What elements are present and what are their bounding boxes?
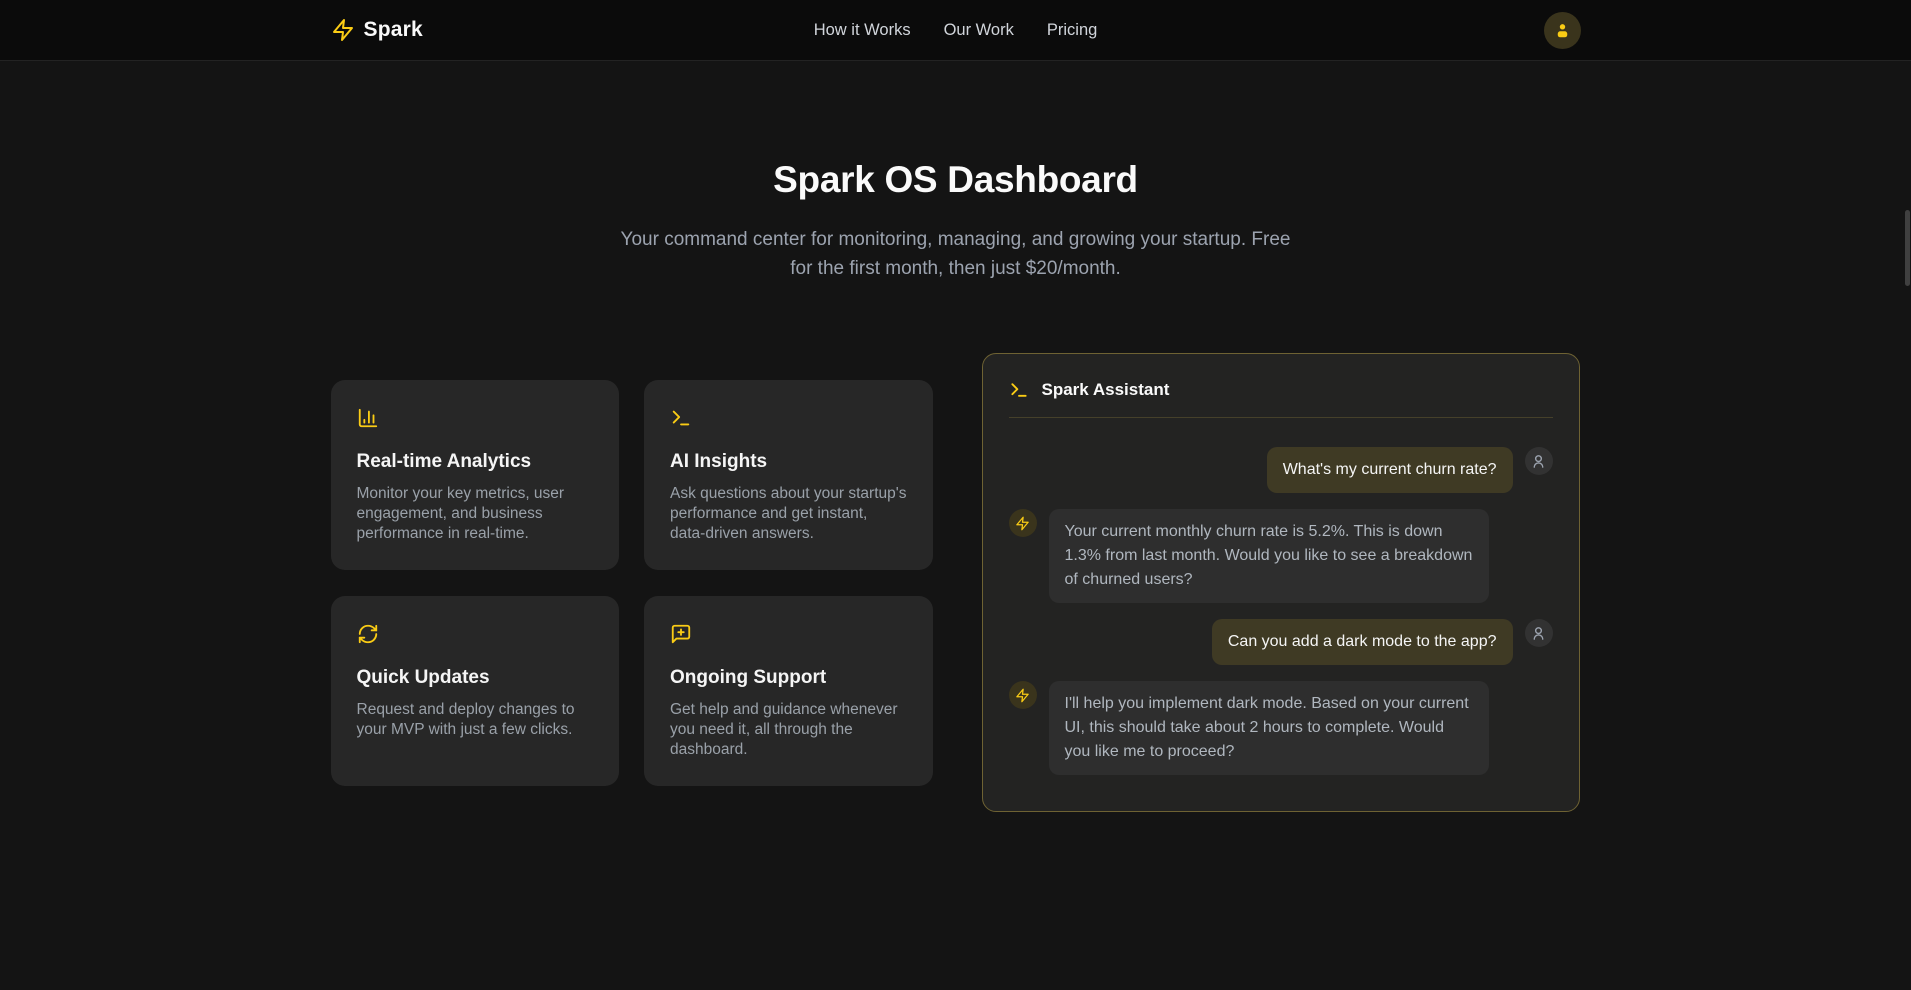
assistant-title: Spark Assistant — [1042, 380, 1170, 400]
assistant-avatar — [1009, 509, 1037, 537]
spark-assistant-panel: Spark Assistant What's my current churn … — [982, 353, 1580, 812]
nav-our-work[interactable]: Our Work — [944, 21, 1014, 40]
chat-messages: What's my current churn rate? — [1009, 447, 1553, 775]
scrollbar-thumb[interactable] — [1905, 210, 1910, 286]
divider — [1009, 417, 1553, 418]
assistant-avatar — [1009, 681, 1037, 709]
refresh-icon — [357, 623, 594, 645]
feature-description: Ask questions about your startup's perfo… — [670, 484, 907, 544]
feature-card-quick-updates: Quick Updates Request and deploy changes… — [331, 596, 620, 786]
features-grid: Real-time Analytics Monitor your key met… — [331, 380, 933, 786]
zap-icon — [1015, 516, 1030, 531]
main-content: Spark OS Dashboard Your command center f… — [0, 61, 1911, 812]
nav-how-it-works[interactable]: How it Works — [814, 21, 911, 40]
chart-column-icon — [357, 407, 594, 429]
assistant-message-bubble: Your current monthly churn rate is 5.2%.… — [1049, 509, 1489, 603]
user-icon — [1530, 453, 1547, 470]
user-avatar — [1525, 447, 1553, 475]
terminal-icon — [670, 407, 907, 429]
feature-title: AI Insights — [670, 451, 907, 473]
chat-message-user: What's my current churn rate? — [1009, 447, 1553, 493]
message-square-plus-icon — [670, 623, 907, 645]
feature-card-ongoing-support: Ongoing Support Get help and guidance wh… — [644, 596, 933, 786]
chat-message-assistant: I'll help you implement dark mode. Based… — [1009, 681, 1553, 775]
feature-card-ai-insights: AI Insights Ask questions about your sta… — [644, 380, 933, 570]
zap-icon — [1015, 688, 1030, 703]
chat-message-assistant: Your current monthly churn rate is 5.2%.… — [1009, 509, 1553, 603]
feature-title: Ongoing Support — [670, 667, 907, 689]
user-icon — [1530, 625, 1547, 642]
terminal-icon — [1009, 380, 1029, 400]
user-message-bubble: Can you add a dark mode to the app? — [1212, 619, 1513, 665]
chat-message-user: Can you add a dark mode to the app? — [1009, 619, 1553, 665]
assistant-message-bubble: I'll help you implement dark mode. Based… — [1049, 681, 1489, 775]
user-icon — [1553, 21, 1572, 40]
feature-title: Real-time Analytics — [357, 451, 594, 473]
nav-pricing[interactable]: Pricing — [1047, 21, 1097, 40]
feature-description: Get help and guidance whenever you need … — [670, 700, 907, 760]
page-subtitle: Your command center for monitoring, mana… — [616, 225, 1296, 283]
top-nav-bar: Spark How it Works Our Work Pricing — [0, 0, 1911, 61]
user-avatar-button[interactable] — [1544, 12, 1581, 49]
feature-title: Quick Updates — [357, 667, 594, 689]
feature-card-realtime-analytics: Real-time Analytics Monitor your key met… — [331, 380, 620, 570]
zap-icon — [331, 18, 355, 42]
assistant-header: Spark Assistant — [1009, 380, 1553, 400]
page-title: Spark OS Dashboard — [0, 159, 1911, 201]
brand-logo[interactable]: Spark — [331, 18, 423, 42]
feature-description: Monitor your key metrics, user engagemen… — [357, 484, 594, 544]
brand-name: Spark — [364, 18, 423, 42]
user-message-bubble: What's my current churn rate? — [1267, 447, 1513, 493]
user-avatar — [1525, 619, 1553, 647]
main-nav: How it Works Our Work Pricing — [814, 21, 1098, 40]
feature-description: Request and deploy changes to your MVP w… — [357, 700, 594, 740]
